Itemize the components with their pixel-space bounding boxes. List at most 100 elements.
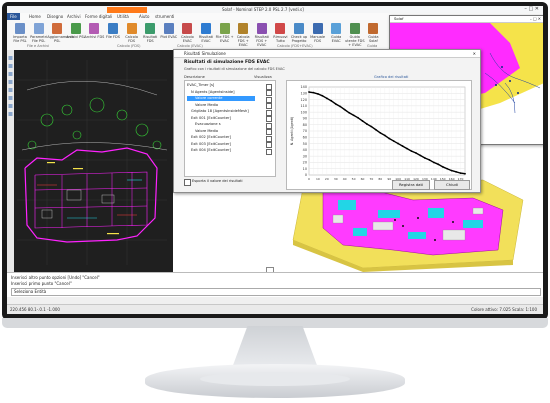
ribbon-button-risultati-fds[interactable]: Risultati FDS (143, 23, 157, 45)
ribbon-tab-forme-digitali[interactable]: Forme digitali (85, 13, 112, 20)
ribbon-button-label: Archivi PSL (66, 35, 86, 39)
ribbon-tab-home[interactable]: Home (29, 13, 41, 20)
ribbon-button-label: Calcolo EVAC (181, 35, 194, 43)
ribbon-tab-strumenti[interactable]: strumenti (155, 13, 174, 20)
results-chart: 0 10 20 30 40 50 60 70 80 90 100 110 120 130 140 0 10 20 3… (286, 80, 472, 190)
chart-y-axis-label: N. Agenti (Agenti) (290, 117, 294, 146)
chart-point (325, 97, 328, 100)
chart-point (455, 170, 457, 173)
ribbon-button-guida-evac[interactable]: Guida EVAC (329, 23, 343, 45)
left-toolbar[interactable] (7, 50, 14, 272)
tree-item[interactable]: N Agents [AgentsInside] (187, 90, 255, 95)
ribbon-button-parametri-file-psl[interactable]: Parametri File PSL (30, 23, 48, 45)
ribbon-tab-file[interactable]: File (7, 13, 20, 20)
ribbon-button-label: Parametri File PSL (30, 35, 48, 43)
monitor-stand-base-highlight (200, 372, 350, 386)
tree-item-checkbox[interactable] (266, 83, 272, 90)
status-coordinates: 220.456 80.1-.0.1 -1.000 (10, 307, 60, 312)
smokeview-titlebar: Solaf – □ ✕ (390, 16, 543, 23)
chart-x-tick-label: 90 (387, 177, 391, 181)
tree-item-checkbox[interactable] (266, 148, 272, 155)
ribbon-button-archivi-fds[interactable]: Archivi FDS (84, 23, 104, 45)
command-input[interactable]: Seleziona Entità (11, 288, 541, 296)
ribbon-button-manuale-fds[interactable]: Manuale FDS (310, 23, 325, 45)
chart-point (357, 116, 359, 119)
ribbon-button-plot-evac[interactable]: Plot EVAC (160, 23, 177, 45)
tree-item[interactable]: Valore corrente (187, 96, 255, 101)
tree-item-checkbox[interactable] (266, 142, 272, 148)
ribbon-button-label: Rimuovi Tutto (273, 35, 288, 43)
tree-item-checkbox[interactable] (266, 109, 272, 116)
ribbon-button-archivi-psl[interactable]: Archivi PSL (66, 23, 86, 45)
status-bar: 220.456 80.1-.0.1 -1.000 Colore attivo: … (7, 304, 543, 314)
ribbon-button-file-fds-evac[interactable]: File FDS + EVAC (216, 23, 234, 45)
ribbon-button-icon (219, 23, 230, 34)
tree-header-left: Descrizione (184, 75, 205, 79)
ribbon-button-file-fds[interactable]: File FDS (106, 23, 120, 45)
tree-item[interactable]: EVAC_Timer [s] (187, 83, 255, 88)
chart-x-tick-label: 20 (325, 177, 329, 181)
ribbon-button-importa-file-psl[interactable]: Importa File PSL (13, 23, 27, 45)
ribbon-button-label: Calcola FDS + EVAC (236, 35, 250, 47)
ribbon-button-rimuovi-tutto[interactable]: Rimuovi Tutto (273, 23, 288, 45)
smokeview-controls[interactable]: – □ ✕ (530, 16, 541, 22)
tree-item[interactable]: Exit 001 [ExitCounter] (187, 116, 255, 121)
tree-item[interactable]: Evacuazione s (187, 122, 255, 127)
ribbon-button-aggiornamento-psl[interactable]: Aggiornamento PSL (47, 23, 74, 45)
chart-point (312, 91, 315, 94)
chart-point (437, 163, 440, 166)
chart-y-tick-label: 80 (303, 123, 307, 127)
ribbon-button-guida-utente-fds-evac[interactable]: Guida utente FDS + EVAC (345, 23, 365, 47)
tree-item[interactable]: Grigliato 18 [AgentsInsideMesh] (187, 109, 255, 114)
ribbon-button-guida-solaf[interactable]: Guida Solaf (366, 23, 380, 45)
chart-point (401, 145, 404, 147)
save-data-button[interactable]: Registra dati (392, 180, 430, 190)
tree-item-checkbox[interactable] (266, 96, 272, 103)
tree-item[interactable]: Exit 002 [ExitCounter] (187, 135, 255, 140)
tree-item[interactable]: Valore Medio (187, 103, 255, 108)
ribbon-group-label: Calcolo (EVAC) (177, 44, 203, 48)
ribbon-button-check-up-progetto[interactable]: Check up Progetto (291, 23, 307, 45)
command-line-panel[interactable]: Inserisci altro punto opzioni [Undo] "Ca… (7, 272, 543, 297)
results-tree[interactable]: EVAC_Timer [s] N Agents [AgentsInside] Val… (184, 80, 276, 177)
ribbon-button-calcolo-evac[interactable]: Calcolo EVAC (180, 23, 194, 45)
ribbon-tab-archivi[interactable]: Archivi (67, 13, 81, 20)
ribbon-group-label: Calcolo (FDS+EVAC) (277, 44, 313, 48)
tree-item-checkbox[interactable] (266, 103, 272, 109)
chart-point (406, 147, 408, 150)
ribbon-button-icon (52, 23, 63, 34)
chart-point (370, 125, 373, 128)
results-chart-svg: 0 10 20 30 40 50 60 70 80 90 100 110 120 130 140 0 10 20 3… (290, 85, 466, 181)
ribbon-tab-disegno[interactable]: Disegno (47, 13, 63, 20)
chart-point (446, 167, 449, 170)
chart-y-tick-label: 60 (303, 135, 307, 139)
ribbon-button-label: Calcolo FDS (125, 35, 138, 43)
ribbon-button-icon (331, 23, 342, 34)
dialog-close-icon[interactable]: ✕ (473, 50, 476, 57)
tree-item-checkbox[interactable] (266, 116, 272, 122)
export-checkbox[interactable] (184, 179, 191, 186)
tree-item-checkbox[interactable] (266, 90, 272, 96)
tree-item[interactable]: Exit 003 [ExitCounter] (187, 142, 255, 147)
dialog-title: Risultati Simulazione (184, 51, 226, 56)
ribbon-tab-aiuto[interactable]: Aiuto (139, 13, 149, 20)
tree-item[interactable]: Valore Medio (187, 129, 255, 134)
ribbon-button-risultati-fds-evac[interactable]: Risultati FDS + EVAC (255, 23, 269, 47)
window-controls[interactable]: – □ ✕ (524, 6, 539, 13)
tree-item-checkbox[interactable] (266, 129, 272, 135)
tree-item-checkbox[interactable] (266, 122, 272, 129)
chart-y-tick-label: 40 (303, 148, 307, 152)
ribbon-tab-utilit-[interactable]: Utilità (117, 13, 129, 20)
ribbon-group-label: Guida (367, 44, 378, 48)
close-button[interactable]: Chiudi (434, 180, 470, 190)
ribbon-button-risultati-evac[interactable]: Risultati EVAC (199, 23, 213, 45)
chart-point (321, 94, 324, 97)
tree-item[interactable]: Exit 004 [ExitCounter] (187, 148, 255, 153)
ribbon-button-calcola-fds-evac[interactable]: Calcola FDS + EVAC (236, 23, 250, 47)
tree-item-checkbox[interactable] (266, 135, 272, 142)
ribbon-button-calcolo-fds[interactable]: Calcolo FDS (125, 23, 139, 45)
ribbon-group-label: Calcolo (FDS) (117, 44, 141, 48)
chart-x-tick-label: 30 (334, 177, 338, 181)
cad-viewport[interactable] (7, 50, 173, 272)
ribbon-button-label: Risultati FDS (143, 35, 158, 43)
